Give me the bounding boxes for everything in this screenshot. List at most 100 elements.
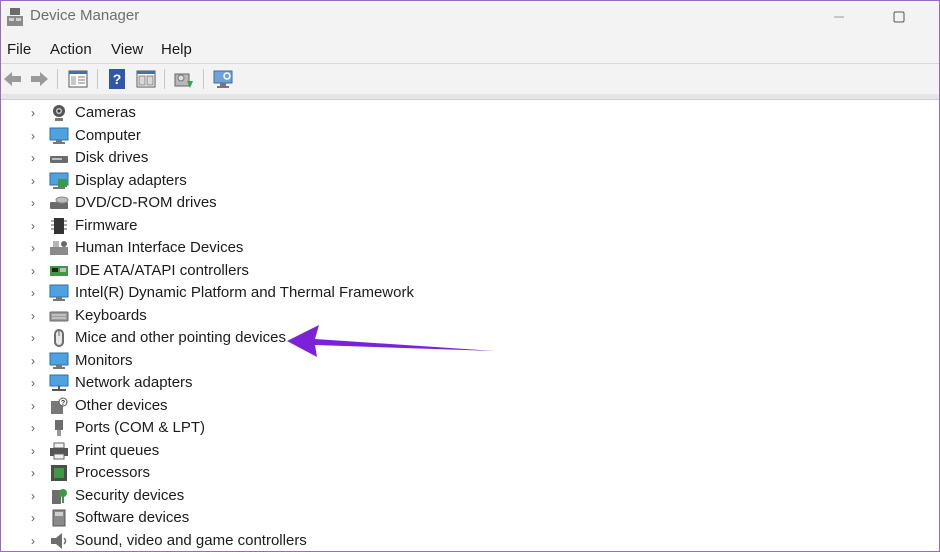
- device-category-row[interactable]: › Software devices: [1, 507, 601, 529]
- scan-hardware-icon[interactable]: [212, 68, 234, 90]
- device-category-label: Sound, video and game controllers: [75, 531, 307, 549]
- chevron-right-icon[interactable]: ›: [31, 511, 41, 525]
- keyboard-icon: [49, 307, 69, 325]
- toolbar-separator: [97, 69, 98, 89]
- chevron-right-icon[interactable]: ›: [31, 444, 41, 458]
- device-category-label: Software devices: [75, 509, 190, 526]
- chevron-right-icon[interactable]: ›: [31, 286, 41, 300]
- chevron-right-icon[interactable]: ›: [31, 331, 41, 345]
- chevron-right-icon[interactable]: ›: [31, 241, 41, 255]
- software-device-icon: [49, 509, 69, 527]
- speaker-icon: [49, 532, 69, 550]
- svg-text:?: ?: [113, 71, 122, 87]
- show-hide-console-tree-icon[interactable]: [67, 68, 89, 90]
- chevron-right-icon[interactable]: ›: [31, 219, 41, 233]
- pane-divider: [1, 94, 939, 100]
- device-category-label: Cameras: [75, 104, 136, 121]
- chevron-right-icon[interactable]: ›: [31, 196, 41, 210]
- device-category-row[interactable]: › Human Interface Devices: [1, 237, 601, 259]
- chevron-right-icon[interactable]: ›: [31, 489, 41, 503]
- device-category-row[interactable]: › Monitors: [1, 350, 601, 372]
- chevron-right-icon[interactable]: ›: [31, 354, 41, 368]
- monitor-icon: [49, 352, 69, 370]
- chevron-right-icon[interactable]: ›: [31, 174, 41, 188]
- device-manager-window: Device Manager File Action View Help ? ›…: [0, 0, 940, 552]
- chevron-right-icon[interactable]: ›: [31, 421, 41, 435]
- menu-action[interactable]: Action: [50, 41, 92, 58]
- title-bar: Device Manager: [1, 1, 939, 35]
- device-category-label: Keyboards: [75, 306, 147, 324]
- port-icon: [49, 419, 69, 437]
- device-category-label: Mice and other pointing devices: [75, 329, 286, 346]
- display-adapter-icon: [49, 172, 69, 190]
- device-manager-app-icon: [6, 7, 24, 27]
- menu-bar: File Action View Help: [1, 35, 939, 63]
- chevron-right-icon[interactable]: ›: [31, 264, 41, 278]
- device-category-label: Disk drives: [75, 149, 149, 166]
- chevron-right-icon[interactable]: ›: [31, 376, 41, 390]
- device-category-row[interactable]: › Keyboards: [1, 305, 601, 327]
- device-category-row[interactable]: › Security devices: [1, 485, 601, 507]
- device-category-label: Security devices: [75, 486, 185, 504]
- device-category-label: Print queues: [75, 441, 160, 459]
- device-category-row[interactable]: › Firmware: [1, 215, 601, 237]
- device-category-row[interactable]: › IDE ATA/ATAPI controllers: [1, 260, 601, 282]
- device-category-row[interactable]: › Ports (COM & LPT): [1, 417, 601, 439]
- thermal-framework-icon: [49, 284, 69, 302]
- device-category-label: Firmware: [75, 216, 138, 234]
- dvd-drive-icon: [49, 194, 69, 212]
- chevron-right-icon[interactable]: ›: [31, 534, 41, 548]
- device-category-row[interactable]: › Processors: [1, 462, 601, 484]
- chevron-right-icon[interactable]: ›: [31, 151, 41, 165]
- computer-icon: [49, 127, 69, 145]
- chevron-right-icon[interactable]: ›: [31, 399, 41, 413]
- hid-icon: [49, 239, 69, 257]
- device-category-row[interactable]: › Print queues: [1, 440, 601, 462]
- device-category-label: Computer: [75, 126, 141, 144]
- forward-icon[interactable]: [29, 68, 51, 90]
- device-category-row[interactable]: › Computer: [1, 125, 601, 147]
- help-icon[interactable]: ?: [106, 68, 128, 90]
- device-category-row[interactable]: › Sound, video and game controllers: [1, 530, 601, 552]
- printer-icon: [49, 442, 69, 460]
- device-category-row[interactable]: › DVD/CD-ROM drives: [1, 192, 601, 214]
- toolbar: ?: [1, 63, 939, 94]
- maximize-button[interactable]: [889, 7, 909, 27]
- device-category-label: Monitors: [75, 351, 133, 369]
- device-category-label: Human Interface Devices: [75, 239, 244, 256]
- firmware-icon: [49, 217, 69, 235]
- chevron-right-icon[interactable]: ›: [31, 309, 41, 323]
- device-category-label: Intel(R) Dynamic Platform and Thermal Fr…: [75, 284, 414, 301]
- mouse-icon: [49, 329, 69, 347]
- chevron-right-icon[interactable]: ›: [31, 466, 41, 480]
- menu-help[interactable]: Help: [161, 41, 192, 58]
- window-title: Device Manager: [30, 7, 140, 24]
- device-category-row[interactable]: › Cameras: [1, 102, 601, 124]
- network-adapter-icon: [49, 374, 69, 392]
- properties-icon[interactable]: [135, 68, 157, 90]
- svg-text:?: ?: [61, 400, 65, 407]
- ide-controller-icon: [49, 262, 69, 280]
- update-driver-icon[interactable]: [173, 68, 195, 90]
- menu-file[interactable]: File: [7, 41, 31, 58]
- menu-view[interactable]: View: [111, 41, 143, 58]
- back-icon[interactable]: [1, 68, 23, 90]
- processor-icon: [49, 464, 69, 482]
- device-category-label: Other devices: [75, 396, 168, 414]
- device-category-label: IDE ATA/ATAPI controllers: [75, 261, 249, 279]
- disk-drive-icon: [49, 149, 69, 167]
- device-category-row[interactable]: › Disk drives: [1, 147, 601, 169]
- device-category-row[interactable]: › Display adapters: [1, 170, 601, 192]
- toolbar-separator: [57, 69, 58, 89]
- chevron-right-icon[interactable]: ›: [31, 106, 41, 120]
- device-category-label: Ports (COM & LPT): [75, 419, 206, 436]
- unknown-device-icon: ?: [49, 397, 69, 415]
- device-category-row[interactable]: › Intel(R) Dynamic Platform and Thermal F…: [1, 282, 601, 304]
- minimize-button[interactable]: [829, 7, 849, 27]
- device-category-row[interactable]: › Mice and other pointing devices: [1, 327, 601, 349]
- device-category-label: Network adapters: [75, 374, 193, 391]
- device-category-row[interactable]: › Network adapters: [1, 372, 601, 394]
- chevron-right-icon[interactable]: ›: [31, 129, 41, 143]
- toolbar-separator: [203, 69, 204, 89]
- device-category-row[interactable]: ›? Other devices: [1, 395, 601, 417]
